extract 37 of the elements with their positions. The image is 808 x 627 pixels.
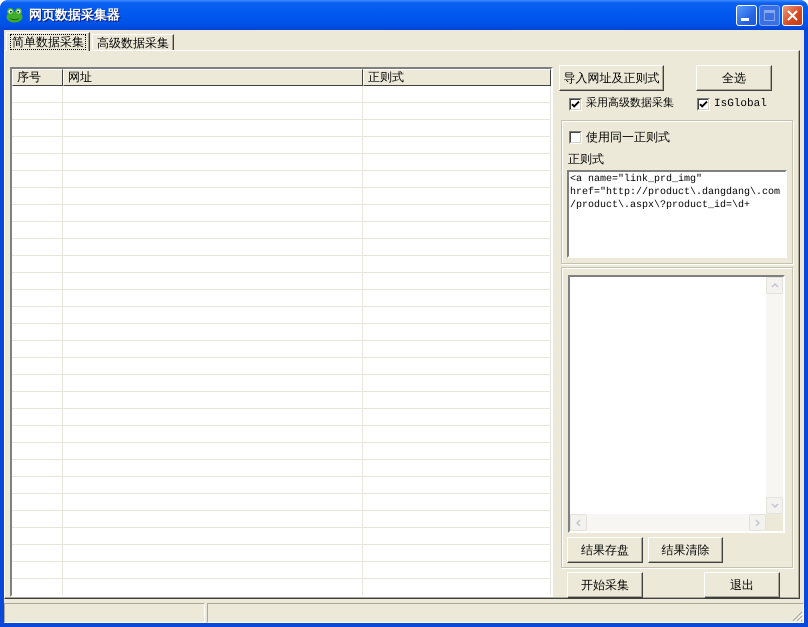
scroll-up-button[interactable] bbox=[766, 277, 783, 294]
select-all-button[interactable]: 全选 bbox=[696, 65, 772, 91]
resize-grip-icon bbox=[791, 610, 803, 622]
scroll-down-button[interactable] bbox=[766, 497, 783, 514]
close-icon bbox=[787, 10, 798, 20]
maximize-icon bbox=[764, 10, 775, 20]
chevron-left-icon bbox=[574, 518, 583, 527]
column-header[interactable]: 网址 bbox=[63, 69, 363, 86]
checkbox-label[interactable]: 采用高级数据采集 bbox=[586, 98, 674, 111]
frog-icon bbox=[6, 7, 23, 23]
import-button[interactable]: 导入网址及正则式 bbox=[559, 65, 664, 91]
field-label: 正则式 bbox=[567, 153, 604, 166]
exit-button[interactable]: 退出 bbox=[704, 572, 780, 598]
checkbox[interactable] bbox=[569, 98, 582, 111]
scroll-left-button[interactable] bbox=[570, 514, 587, 531]
scrollbar-corner bbox=[766, 514, 783, 531]
start-button[interactable]: 开始采集 bbox=[567, 572, 643, 598]
column-header[interactable]: 正则式 bbox=[363, 69, 551, 86]
window-title: 网页数据采集器 bbox=[29, 6, 120, 24]
scroll-right-button[interactable] bbox=[749, 514, 766, 531]
checkbox[interactable] bbox=[697, 98, 710, 111]
chevron-right-icon bbox=[753, 518, 762, 527]
column-header[interactable]: 序号 bbox=[12, 69, 63, 86]
minimize-button[interactable] bbox=[736, 4, 757, 26]
results-list[interactable] bbox=[568, 275, 785, 533]
save-results-button[interactable]: 结果存盘 bbox=[567, 537, 643, 563]
tab[interactable]: 高级数据采集 bbox=[92, 34, 174, 50]
checkbox-label[interactable]: 使用同一正则式 bbox=[586, 131, 670, 144]
checkbox[interactable] bbox=[569, 131, 582, 144]
chevron-up-icon bbox=[770, 281, 779, 290]
minimize-icon bbox=[741, 18, 749, 20]
clear-results-button[interactable]: 结果清除 bbox=[648, 537, 723, 563]
checkbox-label[interactable]: IsGlobal bbox=[714, 98, 767, 111]
chevron-down-icon bbox=[770, 501, 779, 510]
close-button[interactable] bbox=[782, 4, 803, 26]
regex-textarea[interactable]: <a name="link_prd_img" href="http://product\.dangdang\.com/product\.aspx\?product_id=\d+ bbox=[567, 170, 787, 258]
tab[interactable]: 简单数据采集 bbox=[6, 32, 90, 51]
